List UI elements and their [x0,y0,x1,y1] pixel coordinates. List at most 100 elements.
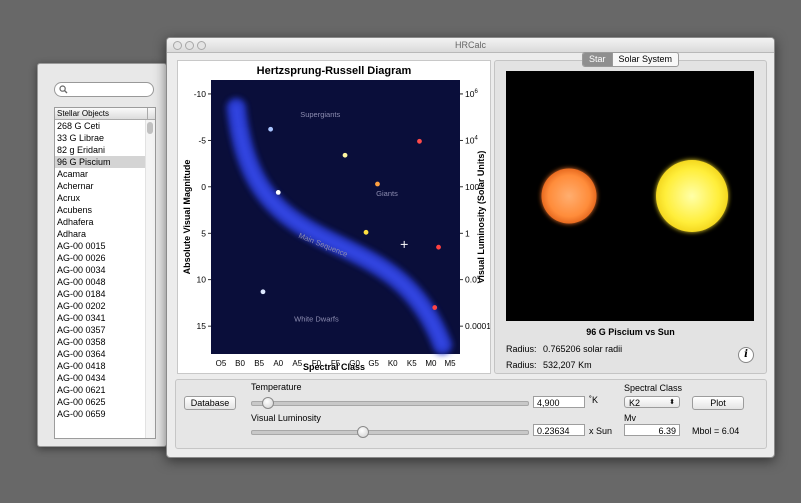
list-item[interactable]: AG-00 0015 [55,240,146,252]
x-tick-label: M0 [425,359,437,368]
luminosity-slider-track[interactable] [251,430,529,435]
tab-solar-system[interactable]: Solar System [611,53,679,66]
star-point[interactable] [436,244,441,250]
hrcalc-window: HRCalc Hertzsprung-Russell Diagram Super… [166,37,775,458]
list-item[interactable]: AG-00 0341 [55,312,146,324]
x-tick-label: B0 [235,359,245,368]
mv-field[interactable]: 6.39 [624,424,680,436]
search-icon [59,85,68,94]
list-header-label: Stellar Objects [57,109,110,118]
chart-title: Hertzsprung-Russell Diagram [257,65,412,77]
y2-tick-label: 104 [465,135,478,145]
list-item[interactable]: Acamar [55,168,146,180]
mv-label: Mv [624,413,636,423]
list-item[interactable]: AG-00 0357 [55,324,146,336]
list-item[interactable]: AG-00 0034 [55,264,146,276]
list-item[interactable]: AG-00 0202 [55,300,146,312]
column-separator [147,108,148,119]
radius-label: Radius: [506,360,537,370]
close-button[interactable] [173,41,182,50]
star-view-panel: Star Solar System 96 G Piscium vs Sun Ra… [494,52,767,374]
star-point[interactable] [375,181,380,187]
info-button[interactable]: i [738,347,754,363]
y-tick-label: 0 [201,182,206,192]
y-tick-label: -10 [194,89,207,99]
sun-disc [656,160,728,232]
database-button[interactable]: Database [184,396,236,410]
list-item[interactable]: AG-00 0418 [55,360,146,372]
plot-button[interactable]: Plot [692,396,744,410]
x-tick-label: B5 [254,359,264,368]
list-item[interactable]: Acrux [55,192,146,204]
search-input[interactable] [54,82,154,97]
window-title: HRCalc [454,40,486,50]
y2-tick-exponent: 6 [474,89,478,95]
temperature-slider-track[interactable] [251,401,529,406]
zoom-button[interactable] [197,41,206,50]
x-axis-label: Spectral Class [303,362,365,372]
star-point[interactable] [417,138,422,144]
temperature-label: Temperature [251,382,302,392]
list-item[interactable]: Adhara [55,228,146,240]
temperature-field[interactable]: 4,900 [533,396,585,408]
list-item[interactable]: AG-00 0659 [55,408,146,420]
x-tick-label: A5 [292,359,302,368]
y2-tick-base: 1 [465,228,470,238]
x-tick-label: G5 [368,359,379,368]
radius-solar-row: Radius: 0.765206 solar radii [506,344,622,354]
luminosity-slider-knob[interactable] [357,426,370,438]
star-point[interactable] [275,189,281,195]
radius-label: Radius: [506,344,537,354]
y2-tick-label: 0.0001 [465,321,490,331]
star-point[interactable] [432,305,438,310]
star-comparison-view [506,71,754,321]
star-point[interactable] [268,126,274,132]
list-item[interactable]: Acubens [55,204,146,216]
list-column-header[interactable]: Stellar Objects [55,108,155,120]
visual-luminosity-label: Visual Luminosity [251,413,321,423]
luminosity-unit: x Sun [589,426,613,436]
selected-star-disc [541,168,597,224]
list-item[interactable]: 33 G Librae [55,132,146,144]
x-tick-label: A0 [273,359,283,368]
scrollbar-thumb[interactable] [147,122,153,134]
temperature-unit: ˚K [589,395,598,405]
star-point[interactable] [342,152,348,158]
list-item[interactable]: AG-00 0184 [55,288,146,300]
list-item[interactable]: AG-00 0625 [55,396,146,408]
y-axis-label: Absolute Visual Magnitude [182,160,192,275]
list-item[interactable]: Adhafera [55,216,146,228]
radius-solar-value: 0.765206 solar radii [543,344,623,354]
temperature-slider-knob[interactable] [261,397,274,409]
star-point[interactable] [363,229,369,235]
spectral-class-popup[interactable]: K2 ⬍ [624,396,680,408]
list-item[interactable]: AG-00 0026 [55,252,146,264]
minimize-button[interactable] [185,41,194,50]
list-item[interactable]: AG-00 0621 [55,384,146,396]
y2-tick-base: 10 [465,135,475,145]
title-bar: HRCalc [167,38,774,53]
stellar-objects-list[interactable]: Stellar Objects 268 G Ceti 33 G Librae 82 … [54,107,156,439]
x-tick-label: K0 [388,359,398,368]
list-item[interactable]: 268 G Ceti [55,120,146,132]
list-item[interactable]: AG-00 0358 [55,336,146,348]
comparison-title: 96 G Piscium vs Sun [586,327,675,337]
spectral-class-label: Spectral Class [624,383,683,393]
list-item[interactable]: AG-00 0048 [55,276,146,288]
hr-diagram-panel: Hertzsprung-Russell Diagram Supergiants G… [177,60,491,374]
star-comparison-graphic [541,160,728,232]
spectral-class-value: K2 [629,398,641,408]
view-segmented-control[interactable]: Star Solar System [582,52,680,67]
list-item[interactable]: Achernar [55,180,146,192]
hr-diagram[interactable]: Hertzsprung-Russell Diagram Supergiants G… [178,61,490,373]
list-item[interactable]: AG-00 0364 [55,348,146,360]
list-item[interactable]: 82 g Eridani [55,144,146,156]
list-item[interactable]: AG-00 0434 [55,372,146,384]
y-tick-label: 10 [197,275,207,285]
list-item[interactable]: 96 G Piscium [55,156,146,168]
list-scrollbar[interactable] [145,120,155,438]
tab-star[interactable]: Star [583,53,612,66]
star-point[interactable] [260,289,266,295]
luminosity-field[interactable]: 0.23634 [533,424,585,436]
x-tick-label: K5 [407,359,417,368]
